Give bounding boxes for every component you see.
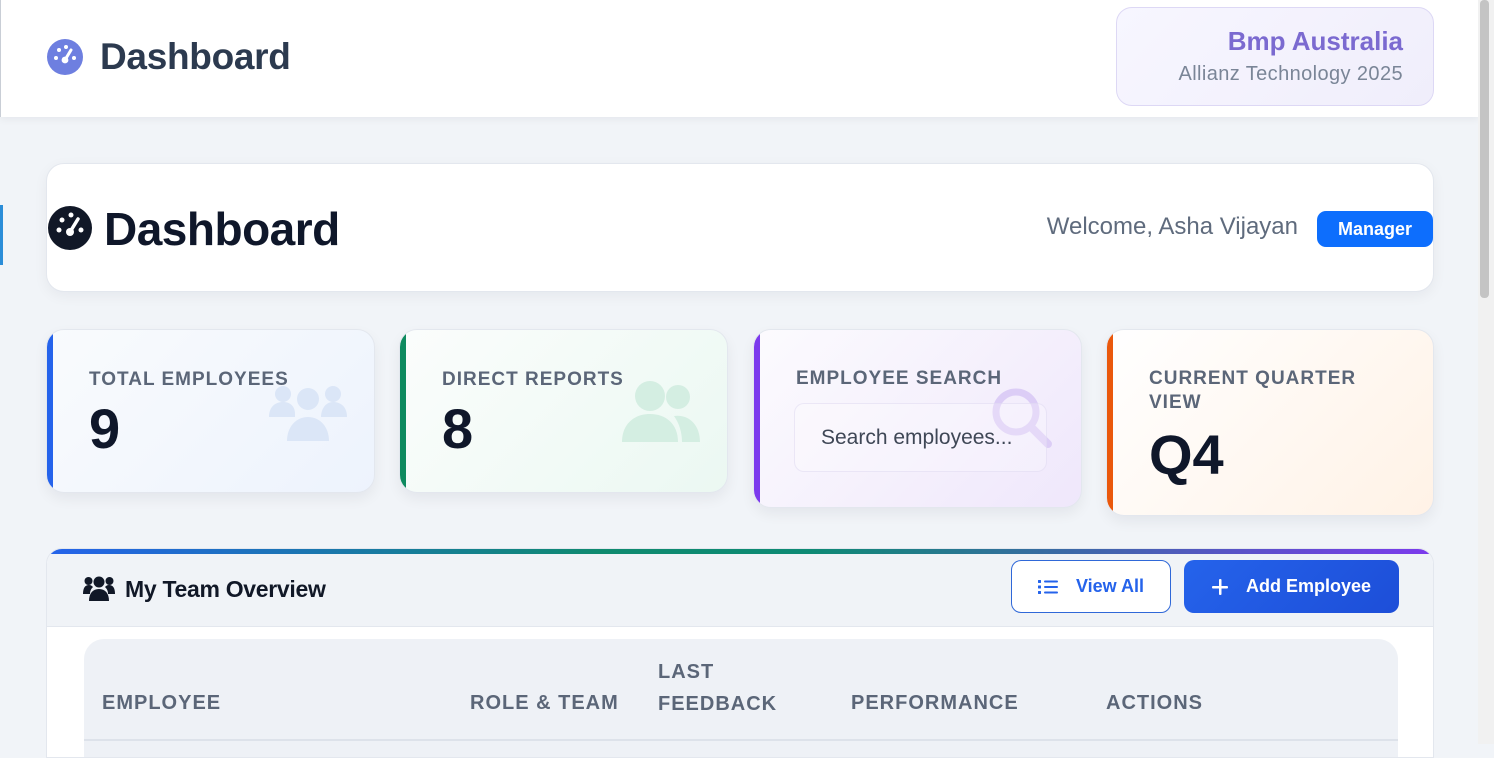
card-accent-bar — [1107, 330, 1113, 515]
brand-box: Bmp Australia Allianz Technology 2025 — [1116, 7, 1434, 106]
stat-label: EMPLOYEE SEARCH — [796, 368, 1003, 389]
view-all-label: View All — [1075, 576, 1145, 596]
team-overview-card: My Team Overview View All Add Employee E… — [46, 548, 1434, 758]
column-header-performance[interactable]: PERFORMANCE — [851, 687, 1019, 719]
column-header-actions[interactable]: ACTIONS — [1106, 687, 1203, 719]
stat-card-employee-search: EMPLOYEE SEARCH — [753, 329, 1082, 508]
team-overview-header: My Team Overview View All Add Employee — [47, 554, 1433, 627]
stat-value: Q4 — [1149, 423, 1224, 486]
team-overview-title: My Team Overview — [125, 576, 326, 602]
view-all-button[interactable]: View All — [1011, 560, 1171, 613]
scrollbar-thumb[interactable] — [1480, 0, 1489, 298]
stat-label: CURRENT QUARTER VIEW — [1149, 368, 1357, 413]
column-header-role-team[interactable]: ROLE & TEAM — [470, 687, 619, 719]
card-accent-bar — [754, 330, 760, 507]
employee-search-input[interactable] — [794, 403, 1047, 472]
stat-card-current-quarter[interactable]: CURRENT QUARTER VIEW Q4 — [1106, 329, 1434, 516]
dashboard-gauge-icon — [46, 38, 84, 76]
stat-label: TOTAL EMPLOYEES — [89, 369, 289, 390]
header-title: Dashboard — [100, 36, 291, 77]
stat-value: 9 — [89, 397, 121, 460]
users-icon — [83, 574, 115, 602]
column-header-last-feedback[interactable]: LAST FEEDBACK — [658, 656, 798, 720]
add-employee-button[interactable]: Add Employee — [1184, 560, 1399, 613]
brand-name: Bmp Australia — [1227, 26, 1403, 56]
welcome-message: Welcome, Asha Vijayan — [1046, 213, 1298, 240]
card-accent-bar — [47, 330, 53, 492]
role-badge: Manager — [1317, 211, 1433, 247]
stat-card-total-employees[interactable]: TOTAL EMPLOYEES 9 — [46, 329, 375, 493]
list-icon — [1037, 580, 1058, 594]
plus-icon — [1211, 579, 1228, 595]
top-header: Dashboard Bmp Australia Allianz Technolo… — [0, 0, 1479, 117]
column-header-employee[interactable]: EMPLOYEE — [102, 687, 221, 719]
brand-subtitle: Allianz Technology 2025 — [1178, 63, 1403, 85]
stat-value: 8 — [442, 397, 474, 460]
stat-card-direct-reports[interactable]: DIRECT REPORTS 8 — [399, 329, 728, 493]
add-employee-label: Add Employee — [1245, 576, 1372, 596]
welcome-card: Dashboard Welcome, Asha Vijayan Manager — [46, 163, 1434, 292]
dashboard-gauge-icon — [47, 205, 93, 251]
table-header-divider — [84, 739, 1398, 741]
stat-label: DIRECT REPORTS — [442, 369, 624, 390]
team-table: EMPLOYEE ROLE & TEAM LAST FEEDBACK PERFO… — [84, 639, 1398, 757]
card-accent-bar — [400, 330, 406, 492]
page-title: Dashboard — [104, 203, 340, 255]
user-group-icon — [622, 381, 700, 442]
left-edge-indicator — [0, 205, 3, 265]
